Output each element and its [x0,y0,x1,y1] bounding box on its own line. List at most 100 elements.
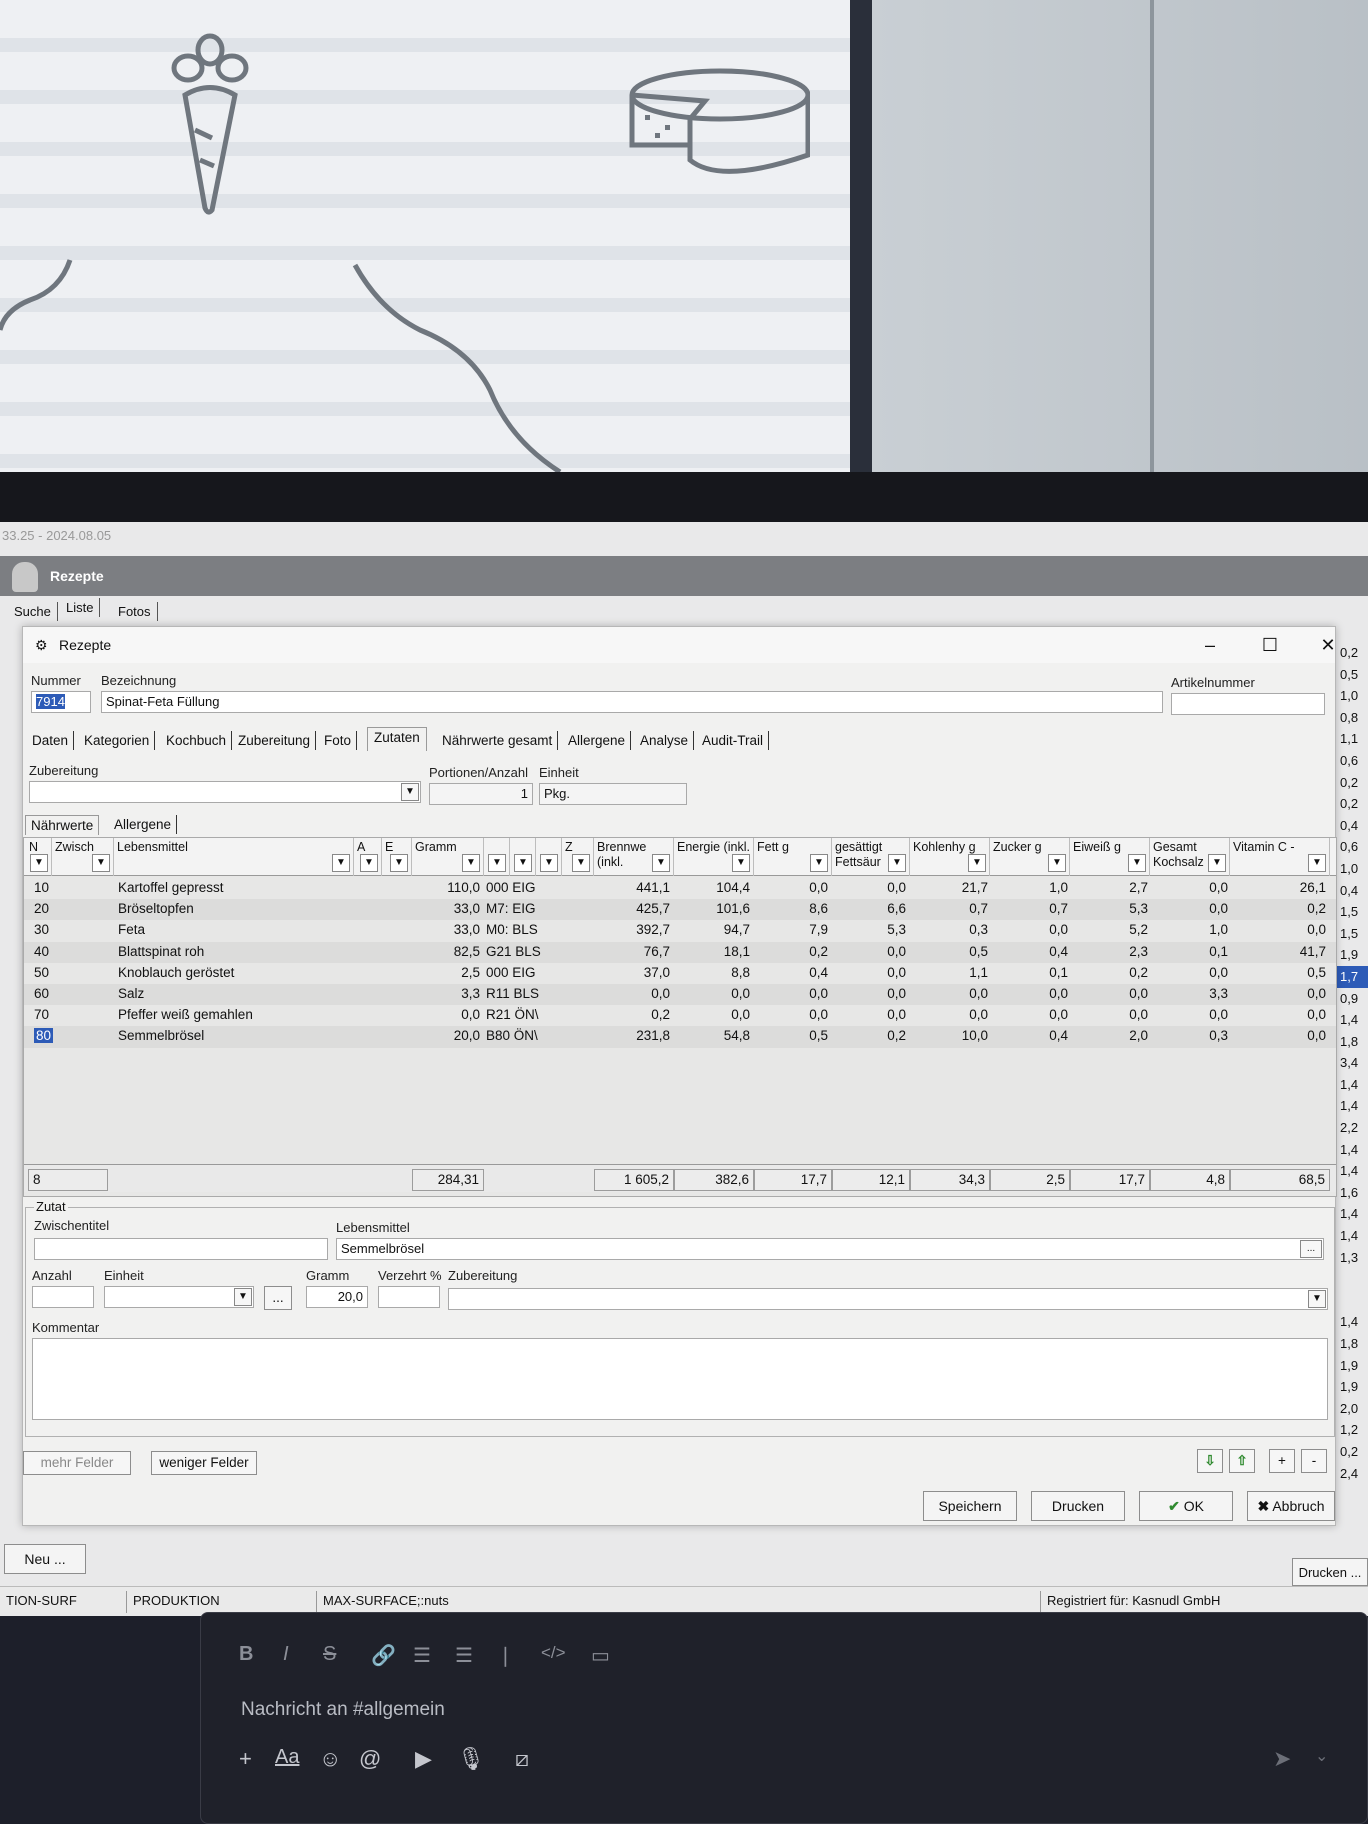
column-filter-icon[interactable]: ▼ [652,854,670,872]
message-input[interactable]: Nachricht an #allgemein [241,1699,445,1721]
zubereitung-select[interactable]: ▼ [29,781,421,803]
column-header[interactable]: Kohlenhy g ▼ [910,838,990,876]
anzahl-field[interactable] [32,1286,94,1308]
tab-zutaten[interactable]: Zutaten [367,727,427,751]
table-row[interactable]: 20 Bröseltopfen 33,0 M7: EIG 425,7 101,6 8,6 6,… [24,899,1336,921]
verzehrt-field[interactable] [378,1286,440,1308]
chevron-down-icon[interactable]: ▼ [1308,1290,1326,1308]
zubereitung-select-zutat[interactable]: ▼ [448,1288,1328,1310]
print-list-button[interactable]: Drucken ... [1292,1558,1368,1586]
tab-daten[interactable]: Daten [27,731,75,750]
neu-button[interactable]: Neu ... [4,1544,86,1574]
column-header[interactable]: N ▼ [26,838,52,876]
link-icon[interactable]: 🔗 [371,1643,396,1668]
einheit-select[interactable]: ▼ [104,1286,254,1308]
tab-audit-trail[interactable]: Audit-Trail [697,731,770,750]
lebensmittel-lookup-button[interactable]: ... [1300,1240,1322,1258]
tab-liste[interactable]: Liste [60,598,101,617]
column-filter-icon[interactable]: ▼ [572,854,590,872]
column-header[interactable]: A ▼ [354,838,382,876]
chevron-down-icon[interactable]: ▼ [234,1288,252,1306]
remove-row-button[interactable]: - [1301,1449,1327,1473]
column-header[interactable]: gesättigt Fettsäur ▼ [832,838,910,876]
bullet-list-icon[interactable]: ☰ [455,1643,473,1668]
mehr-felder-button[interactable]: mehr Felder [23,1451,131,1475]
column-filter-icon[interactable]: ▼ [332,854,350,872]
tab-zubereitung[interactable]: Zubereitung [233,731,317,750]
tab-analyse[interactable]: Analyse [635,731,695,750]
column-header[interactable]: Vitamin C - ▼ [1230,838,1330,876]
tab-foto[interactable]: Foto [319,731,358,750]
table-row[interactable]: 60 Salz 3,3 R11 BLS 0,0 0,0 0,0 0,0 0,0 0,0 0,0 3,3… [24,984,1336,1006]
column-filter-icon[interactable]: ▼ [360,854,378,872]
chevron-down-icon[interactable]: ▼ [401,783,419,801]
bezeichnung-field[interactable]: Spinat-Feta Füllung [101,691,1163,713]
column-header[interactable]: Zwisch ▼ [52,838,114,876]
italic-icon[interactable]: I [283,1643,289,1666]
column-filter-icon[interactable]: ▼ [30,854,48,872]
column-filter-icon[interactable]: ▼ [540,854,558,872]
einheit-field[interactable]: Pkg. [539,783,687,805]
column-filter-icon[interactable]: ▼ [810,854,828,872]
tab-allergene[interactable]: Allergene [563,731,632,750]
close-icon[interactable]: ✕ [1305,631,1351,659]
column-filter-icon[interactable]: ▼ [462,854,480,872]
table-row[interactable]: 30 Feta 33,0 M0: BLS 392,7 94,7 7,9 5,3 0,3 0,0 5,… [24,920,1336,941]
column-filter-icon[interactable]: ▼ [888,854,906,872]
column-filter-icon[interactable]: ▼ [488,854,506,872]
mention-icon[interactable]: @ [359,1746,381,1772]
column-header[interactable]: Brennwe (inkl. ▼ [594,838,674,876]
add-row-button[interactable]: + [1269,1449,1295,1473]
strikethrough-icon[interactable]: S [323,1643,336,1666]
column-filter-icon[interactable]: ▼ [92,854,110,872]
column-filter-icon[interactable]: ▼ [1308,854,1326,872]
chevron-down-icon[interactable]: ⌄ [1315,1746,1328,1766]
move-up-icon[interactable]: ⇧ [1229,1449,1255,1473]
column-filter-icon[interactable]: ▼ [390,854,408,872]
table-row[interactable]: 50 Knoblauch geröstet 2,5 000 EIG 37,0 8,8 0,4… [24,963,1336,984]
column-header[interactable]: Energie (inkl. ▼ [674,838,754,876]
column-filter-icon[interactable]: ▼ [732,854,750,872]
column-header[interactable]: ▼ [510,838,536,876]
portionen-field[interactable]: 1 [429,783,533,805]
zwischentitel-field[interactable] [34,1238,328,1260]
bold-icon[interactable]: B [239,1643,253,1666]
column-header[interactable]: E ▼ [382,838,412,876]
column-filter-icon[interactable]: ▼ [1128,854,1146,872]
einheit-lookup-button[interactable]: ... [264,1286,292,1310]
column-filter-icon[interactable]: ▼ [968,854,986,872]
numbered-list-icon[interactable]: ☰ [413,1643,431,1668]
column-header[interactable]: Eiweiß g ▼ [1070,838,1150,876]
column-header[interactable]: Zucker g ▼ [990,838,1070,876]
table-row[interactable]: 80 Semmelbrösel 20,0 B80 ÖN\ 231,8 54,8 0,5 0,2… [24,1026,1336,1048]
nummer-field[interactable]: 7914 [31,691,91,713]
microphone-icon[interactable]: 🎙 [457,1746,485,1772]
lebensmittel-field[interactable]: Semmelbrösel... [336,1238,1324,1260]
ok-button[interactable]: ✔ OK [1139,1491,1233,1521]
table-row[interactable]: 10 Kartoffel gepresst 110,0 000 EIG 441,1 104… [24,878,1336,899]
tab-kategorien[interactable]: Kategorien [79,731,156,750]
code-block-icon[interactable]: ▭ [591,1643,610,1668]
tab-fotos[interactable]: Fotos [112,602,158,621]
weniger-felder-button[interactable]: weniger Felder [151,1451,257,1475]
video-icon[interactable]: ▶ [415,1746,432,1772]
artikelnummer-field[interactable] [1171,693,1325,715]
drucken-button[interactable]: Drucken [1031,1491,1125,1521]
emoji-icon[interactable]: ☺ [319,1746,341,1772]
abbruch-button[interactable]: ✖ Abbruch [1247,1491,1335,1521]
column-filter-icon[interactable]: ▼ [1208,854,1226,872]
plus-icon[interactable]: + [239,1746,252,1772]
kommentar-textarea[interactable] [32,1338,1328,1420]
tab-suche[interactable]: Suche [8,602,58,621]
column-header[interactable]: Gesamt Kochsalz ▼ [1150,838,1230,876]
column-header[interactable]: Z ▼ [562,838,594,876]
subtab-allergene[interactable]: Allergene [109,815,178,834]
subtab-naehrwerte[interactable]: Nährwerte [25,815,100,835]
speichern-button[interactable]: Speichern [923,1491,1017,1521]
table-row[interactable]: 70 Pfeffer weiß gemahlen 0,0 R21 ÖN\ 0,2 0,0 0… [24,1005,1336,1026]
table-row[interactable]: 40 Blattspinat roh 82,5 G21 BLS 76,7 18,1 0,2 0… [24,941,1336,963]
move-down-icon[interactable]: ⇩ [1197,1449,1223,1473]
maximize-icon[interactable]: ☐ [1247,631,1293,659]
blockquote-icon[interactable]: ❘ [497,1643,514,1668]
tab-naehrwerte-gesamt[interactable]: Nährwerte gesamt [437,731,559,750]
